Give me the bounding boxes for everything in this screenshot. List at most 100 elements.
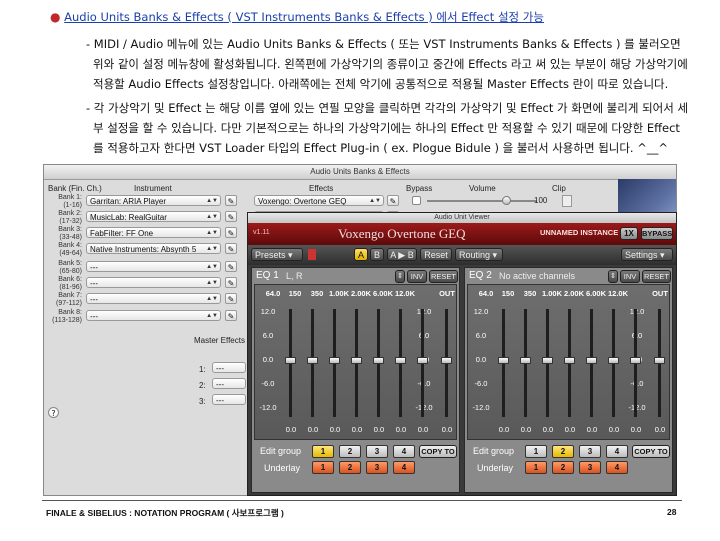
instrument-value: Native Instruments: Absynth 5 <box>90 245 197 254</box>
eq1-slider-knob[interactable] <box>285 357 296 364</box>
eq2-copy-to-button[interactable]: COPY TO <box>632 445 670 458</box>
presets-button[interactable]: Presets ▾ <box>251 248 303 261</box>
eq1-slider-knob[interactable] <box>329 357 340 364</box>
eq1-slider-knob[interactable] <box>441 357 452 364</box>
eq1-reset-button[interactable]: RESET <box>429 270 458 283</box>
eq2-slider-knob[interactable] <box>520 357 531 364</box>
chevron-down-icon: ▲▼ <box>206 214 218 220</box>
eq2-slider-value: 0.0 <box>498 425 510 434</box>
instrument-select[interactable]: Garritan: ARIA Player ▲▼ <box>86 195 221 206</box>
copy-a-to-b-button[interactable]: A ▶ B <box>387 248 417 261</box>
bank-label: Bank 6: (81-96) <box>46 276 82 292</box>
edit-instrument-pencil-icon[interactable]: ✎ <box>225 211 237 222</box>
eq1-slider-knob[interactable] <box>417 357 428 364</box>
col-instrument-header: Instrument <box>134 184 172 193</box>
instrument-value: MusicLab: RealGuitar <box>90 213 167 222</box>
instrument-select[interactable]: --- ▲▼ <box>86 310 221 321</box>
edit-instrument-pencil-icon[interactable]: ✎ <box>225 277 237 288</box>
eq2-channel-stepper[interactable]: ⇕ <box>608 270 618 283</box>
eq2-edit-group-1[interactable]: 1 <box>525 445 547 458</box>
eq2-slider-knob[interactable] <box>564 357 575 364</box>
eq2-slider-knob[interactable] <box>498 357 509 364</box>
routing-button[interactable]: Routing ▾ <box>455 248 503 261</box>
eq1-db-label-right: 6.0 <box>418 331 430 340</box>
page-number: 28 <box>667 507 677 517</box>
bypass-button[interactable]: BYPASS <box>641 227 673 240</box>
plugin-toolbar: Presets ▾ A B A ▶ B Reset Routing ▾ Sett… <box>248 245 676 265</box>
eq1-slider-knob[interactable] <box>395 357 406 364</box>
eq1-slider-knob[interactable] <box>373 357 384 364</box>
edit-instrument-pencil-icon[interactable]: ✎ <box>225 243 237 254</box>
eq2-underlay-4[interactable]: 4 <box>606 461 628 474</box>
eq1-slider-value: 0.0 <box>329 425 341 434</box>
edit-instrument-pencil-icon[interactable]: ✎ <box>225 195 237 206</box>
instrument-value: --- <box>90 295 98 304</box>
bank-range: (81-96) <box>59 284 82 291</box>
instrument-value: FabFilter: FF One <box>90 229 154 238</box>
bank-range: (33-48) <box>59 234 82 241</box>
volume-slider-thumb[interactable] <box>502 196 511 205</box>
eq1-slider-value: 0.0 <box>441 425 453 434</box>
eq1-inv-button[interactable]: INV <box>407 270 427 283</box>
help-button[interactable]: ? <box>48 407 59 418</box>
edit-instrument-pencil-icon[interactable]: ✎ <box>225 261 237 272</box>
a-button[interactable]: A <box>354 248 368 261</box>
eq2-slider-knob[interactable] <box>654 357 665 364</box>
instrument-select[interactable]: FabFilter: FF One ▲▼ <box>86 227 221 238</box>
window-title: Audio Units Banks & Effects <box>44 165 676 180</box>
reset-button[interactable]: Reset <box>420 248 452 261</box>
edit-instrument-pencil-icon[interactable]: ✎ <box>225 293 237 304</box>
eq2-slider-knob[interactable] <box>542 357 553 364</box>
master-effect-select-2[interactable]: --- <box>212 378 246 389</box>
eq1-channel-stepper[interactable]: ⇕ <box>395 270 405 283</box>
eq2-underlay-3[interactable]: 3 <box>579 461 601 474</box>
instrument-select[interactable]: --- ▲▼ <box>86 293 221 304</box>
edit-instrument-pencil-icon[interactable]: ✎ <box>225 227 237 238</box>
eq1-edit-group-label: Edit group <box>260 446 302 456</box>
eq2-edit-group-4[interactable]: 4 <box>606 445 628 458</box>
section-title-link[interactable]: Audio Units Banks & Effects ( VST Instru… <box>64 10 544 24</box>
paragraph-2-line-2: 부 설정을 할 수 있습니다. 다만 기본적으로는 하나의 가상악기에는 하나의… <box>93 121 680 135</box>
eq1-edit-group-2[interactable]: 2 <box>339 445 361 458</box>
eq1-edit-group-3[interactable]: 3 <box>366 445 388 458</box>
eq1-copy-to-button[interactable]: COPY TO <box>419 445 457 458</box>
effect-select-bank-1[interactable]: Voxengo: Overtone GEQ ▲▼ <box>254 195 384 206</box>
master-effect-select-1[interactable]: --- <box>212 362 246 373</box>
paragraph-2-line-3: 를 적용하고자 한다면 VST Loader 타입의 Effect Plug-i… <box>93 141 669 155</box>
edit-effect-pencil-icon[interactable]: ✎ <box>387 195 399 206</box>
footer-title: FINALE & SIBELIUS : NOTATION PROGRAM ( 사… <box>46 508 284 518</box>
eq1-edit-group-1[interactable]: 1 <box>312 445 334 458</box>
eq1-edit-group-4[interactable]: 4 <box>393 445 415 458</box>
eq2-slider-knob[interactable] <box>586 357 597 364</box>
eq1-underlay-3[interactable]: 3 <box>366 461 388 474</box>
eq2-slider-knob[interactable] <box>630 357 641 364</box>
edit-instrument-pencil-icon[interactable]: ✎ <box>225 310 237 321</box>
eq1-slider-knob[interactable] <box>307 357 318 364</box>
1x-button[interactable]: 1X <box>620 227 638 240</box>
instrument-select[interactable]: MusicLab: RealGuitar ▲▼ <box>86 211 221 222</box>
instrument-select[interactable]: --- ▲▼ <box>86 261 221 272</box>
eq2-slider-value: 0.0 <box>586 425 598 434</box>
instrument-select[interactable]: --- ▲▼ <box>86 277 221 288</box>
eq2-reset-button[interactable]: RESET <box>642 270 671 283</box>
volume-slider-track[interactable] <box>427 200 537 202</box>
instance-name[interactable]: UNNAMED INSTANCE <box>540 228 618 237</box>
eq1-underlay-2[interactable]: 2 <box>339 461 361 474</box>
eq2-underlay-1[interactable]: 1 <box>525 461 547 474</box>
eq2-underlay-2[interactable]: 2 <box>552 461 574 474</box>
eq2-db-label-left: -6.0 <box>474 379 488 388</box>
eq1-db-label-left: 0.0 <box>262 355 274 364</box>
eq2-slider-knob[interactable] <box>608 357 619 364</box>
eq1-slider-knob[interactable] <box>351 357 362 364</box>
bypass-checkbox[interactable] <box>412 196 421 205</box>
eq2-inv-button[interactable]: INV <box>620 270 640 283</box>
settings-button[interactable]: Settings ▾ <box>621 248 673 261</box>
eq1-underlay-1[interactable]: 1 <box>312 461 334 474</box>
eq1-underlay-4[interactable]: 4 <box>393 461 415 474</box>
eq2-db-label-left: 6.0 <box>475 331 487 340</box>
b-button[interactable]: B <box>370 248 384 261</box>
master-effect-select-3[interactable]: --- <box>212 394 246 405</box>
eq2-edit-group-3[interactable]: 3 <box>579 445 601 458</box>
eq2-edit-group-2[interactable]: 2 <box>552 445 574 458</box>
instrument-select[interactable]: Native Instruments: Absynth 5 ▲▼ <box>86 243 221 254</box>
